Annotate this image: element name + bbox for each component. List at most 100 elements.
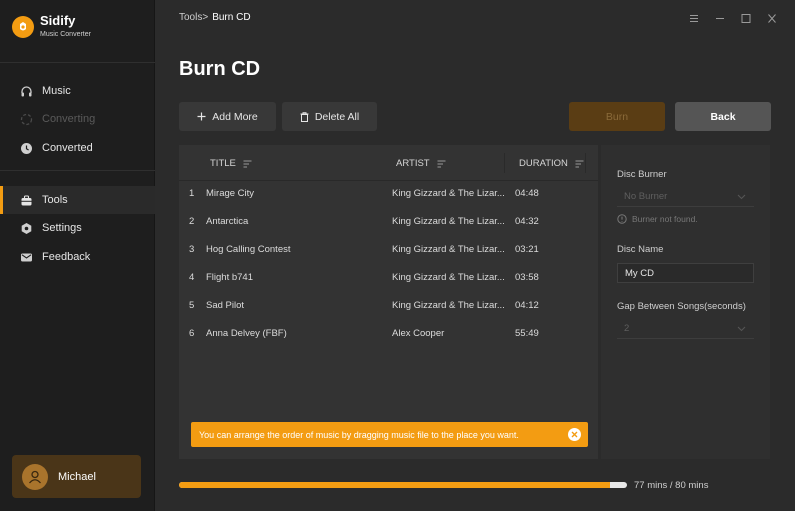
logo-icon — [12, 16, 34, 38]
clock-icon — [19, 141, 33, 155]
table-row[interactable]: 5 Sad Pilot King Gizzard & The Lizar... … — [179, 292, 598, 320]
sidebar-divider — [0, 62, 155, 63]
row-title: Anna Delvey (FBF) — [206, 328, 287, 339]
converting-icon — [19, 112, 33, 126]
page-title: Burn CD — [179, 58, 261, 80]
info-icon — [617, 214, 627, 224]
column-artist[interactable]: ARTIST — [396, 158, 446, 169]
row-artist: King Gizzard & The Lizar... — [392, 300, 505, 311]
column-duration-label: DURATION — [519, 158, 568, 169]
breadcrumb-separator: > — [202, 12, 209, 23]
table-row[interactable]: 4 Flight b741 King Gizzard & The Lizar..… — [179, 264, 598, 292]
app-name: Sidify — [40, 13, 76, 28]
burn-button[interactable]: Burn — [569, 102, 665, 131]
minimize-icon[interactable] — [707, 12, 733, 24]
row-index: 3 — [189, 244, 195, 255]
disc-name-input[interactable]: My CD — [617, 263, 754, 283]
row-title: Sad Pilot — [206, 300, 245, 311]
row-duration: 55:49 — [515, 328, 539, 339]
sidebar-item-label: Music — [42, 85, 71, 97]
row-duration: 03:21 — [515, 244, 539, 255]
row-artist: King Gizzard & The Lizar... — [392, 188, 505, 199]
gap-select[interactable]: 2 — [617, 319, 754, 339]
sidebar-item-label: Converting — [42, 113, 96, 125]
delete-all-button[interactable]: Delete All — [282, 102, 377, 131]
add-more-button[interactable]: Add More — [179, 102, 276, 131]
chevron-down-icon — [737, 192, 746, 203]
breadcrumb-current: Burn CD — [212, 12, 251, 23]
avatar — [22, 463, 48, 490]
sidebar-item-tools[interactable]: Tools — [0, 186, 155, 214]
disc-burner-value: No Burner — [624, 191, 668, 202]
burn-label: Burn — [605, 110, 629, 123]
breadcrumb-parent[interactable]: Tools — [179, 12, 202, 23]
burner-warning-text: Burner not found. — [632, 214, 698, 224]
row-artist: Alex Cooper — [392, 328, 445, 339]
sidebar-item-label: Feedback — [42, 251, 91, 263]
row-index: 1 — [189, 188, 195, 199]
menu-icon[interactable] — [681, 12, 707, 24]
maximize-icon[interactable] — [733, 12, 759, 24]
delete-all-label: Delete All — [314, 110, 360, 123]
app-subtitle: Music Converter — [40, 31, 91, 38]
user-name: Michael — [58, 470, 96, 483]
row-duration: 04:32 — [515, 216, 539, 227]
drag-hint-banner: You can arrange the order of music by dr… — [191, 422, 588, 447]
sidebar-item-label: Settings — [42, 222, 82, 234]
capacity-progress-bar — [179, 482, 627, 488]
row-title: Hog Calling Contest — [206, 244, 291, 255]
disc-burner-label: Disc Burner — [617, 169, 667, 180]
burn-settings-panel: Disc Burner No Burner Burner not found. … — [601, 145, 770, 459]
sidebar-item-converted[interactable]: Converted — [0, 134, 155, 162]
column-title-label: TITLE — [210, 158, 236, 169]
sidebar-item-converting[interactable]: Converting — [0, 105, 155, 133]
sort-icon[interactable] — [243, 160, 252, 168]
progress-fill — [179, 482, 611, 488]
row-index: 4 — [189, 272, 195, 283]
table-row[interactable]: 6 Anna Delvey (FBF) Alex Cooper 55:49 — [179, 320, 598, 348]
capacity-text: 77 mins / 80 mins — [634, 480, 709, 491]
app-logo: Sidify Music Converter — [12, 14, 91, 40]
row-duration: 03:58 — [515, 272, 539, 283]
column-separator — [504, 153, 505, 173]
sidebar-item-music[interactable]: Music — [0, 77, 155, 105]
row-title: Flight b741 — [206, 272, 254, 283]
sort-icon[interactable] — [437, 160, 446, 168]
sidebar: Sidify Music Converter Music Converting … — [0, 0, 155, 511]
breadcrumb: Tools> Burn CD — [179, 12, 251, 23]
add-more-label: Add More — [212, 110, 258, 123]
hint-text: You can arrange the order of music by dr… — [199, 429, 519, 440]
table-row[interactable]: 2 Antarctica King Gizzard & The Lizar...… — [179, 208, 598, 236]
back-button[interactable]: Back — [675, 102, 771, 131]
column-title[interactable]: TITLE — [210, 158, 252, 169]
row-index: 6 — [189, 328, 195, 339]
sidebar-item-label: Converted — [42, 142, 93, 154]
toolbox-icon — [19, 193, 33, 207]
disc-burner-select[interactable]: No Burner — [617, 187, 754, 207]
gap-label: Gap Between Songs(seconds) — [617, 301, 746, 312]
sort-icon[interactable] — [575, 160, 584, 168]
column-duration[interactable]: DURATION — [519, 158, 584, 169]
plus-icon — [197, 112, 206, 121]
row-artist: King Gizzard & The Lizar... — [392, 272, 505, 283]
sidebar-item-feedback[interactable]: Feedback — [0, 243, 155, 271]
trash-icon — [300, 111, 309, 122]
sidebar-item-settings[interactable]: Settings — [0, 214, 155, 242]
mail-icon — [19, 250, 33, 264]
table-header: TITLE ARTIST DURATION — [179, 145, 598, 181]
sidebar-divider — [0, 170, 155, 171]
column-artist-label: ARTIST — [396, 158, 430, 169]
track-table: TITLE ARTIST DURATION 1 Mirage City King… — [179, 145, 598, 459]
row-artist: King Gizzard & The Lizar... — [392, 244, 505, 255]
column-separator — [585, 153, 586, 173]
close-icon[interactable] — [759, 12, 785, 24]
row-duration: 04:48 — [515, 188, 539, 199]
user-account[interactable]: Michael — [12, 455, 141, 498]
row-duration: 04:12 — [515, 300, 539, 311]
table-row[interactable]: 3 Hog Calling Contest King Gizzard & The… — [179, 236, 598, 264]
row-index: 5 — [189, 300, 195, 311]
back-label: Back — [710, 110, 736, 123]
close-icon[interactable] — [568, 428, 581, 441]
headphones-icon — [19, 84, 33, 98]
table-row[interactable]: 1 Mirage City King Gizzard & The Lizar..… — [179, 180, 598, 208]
